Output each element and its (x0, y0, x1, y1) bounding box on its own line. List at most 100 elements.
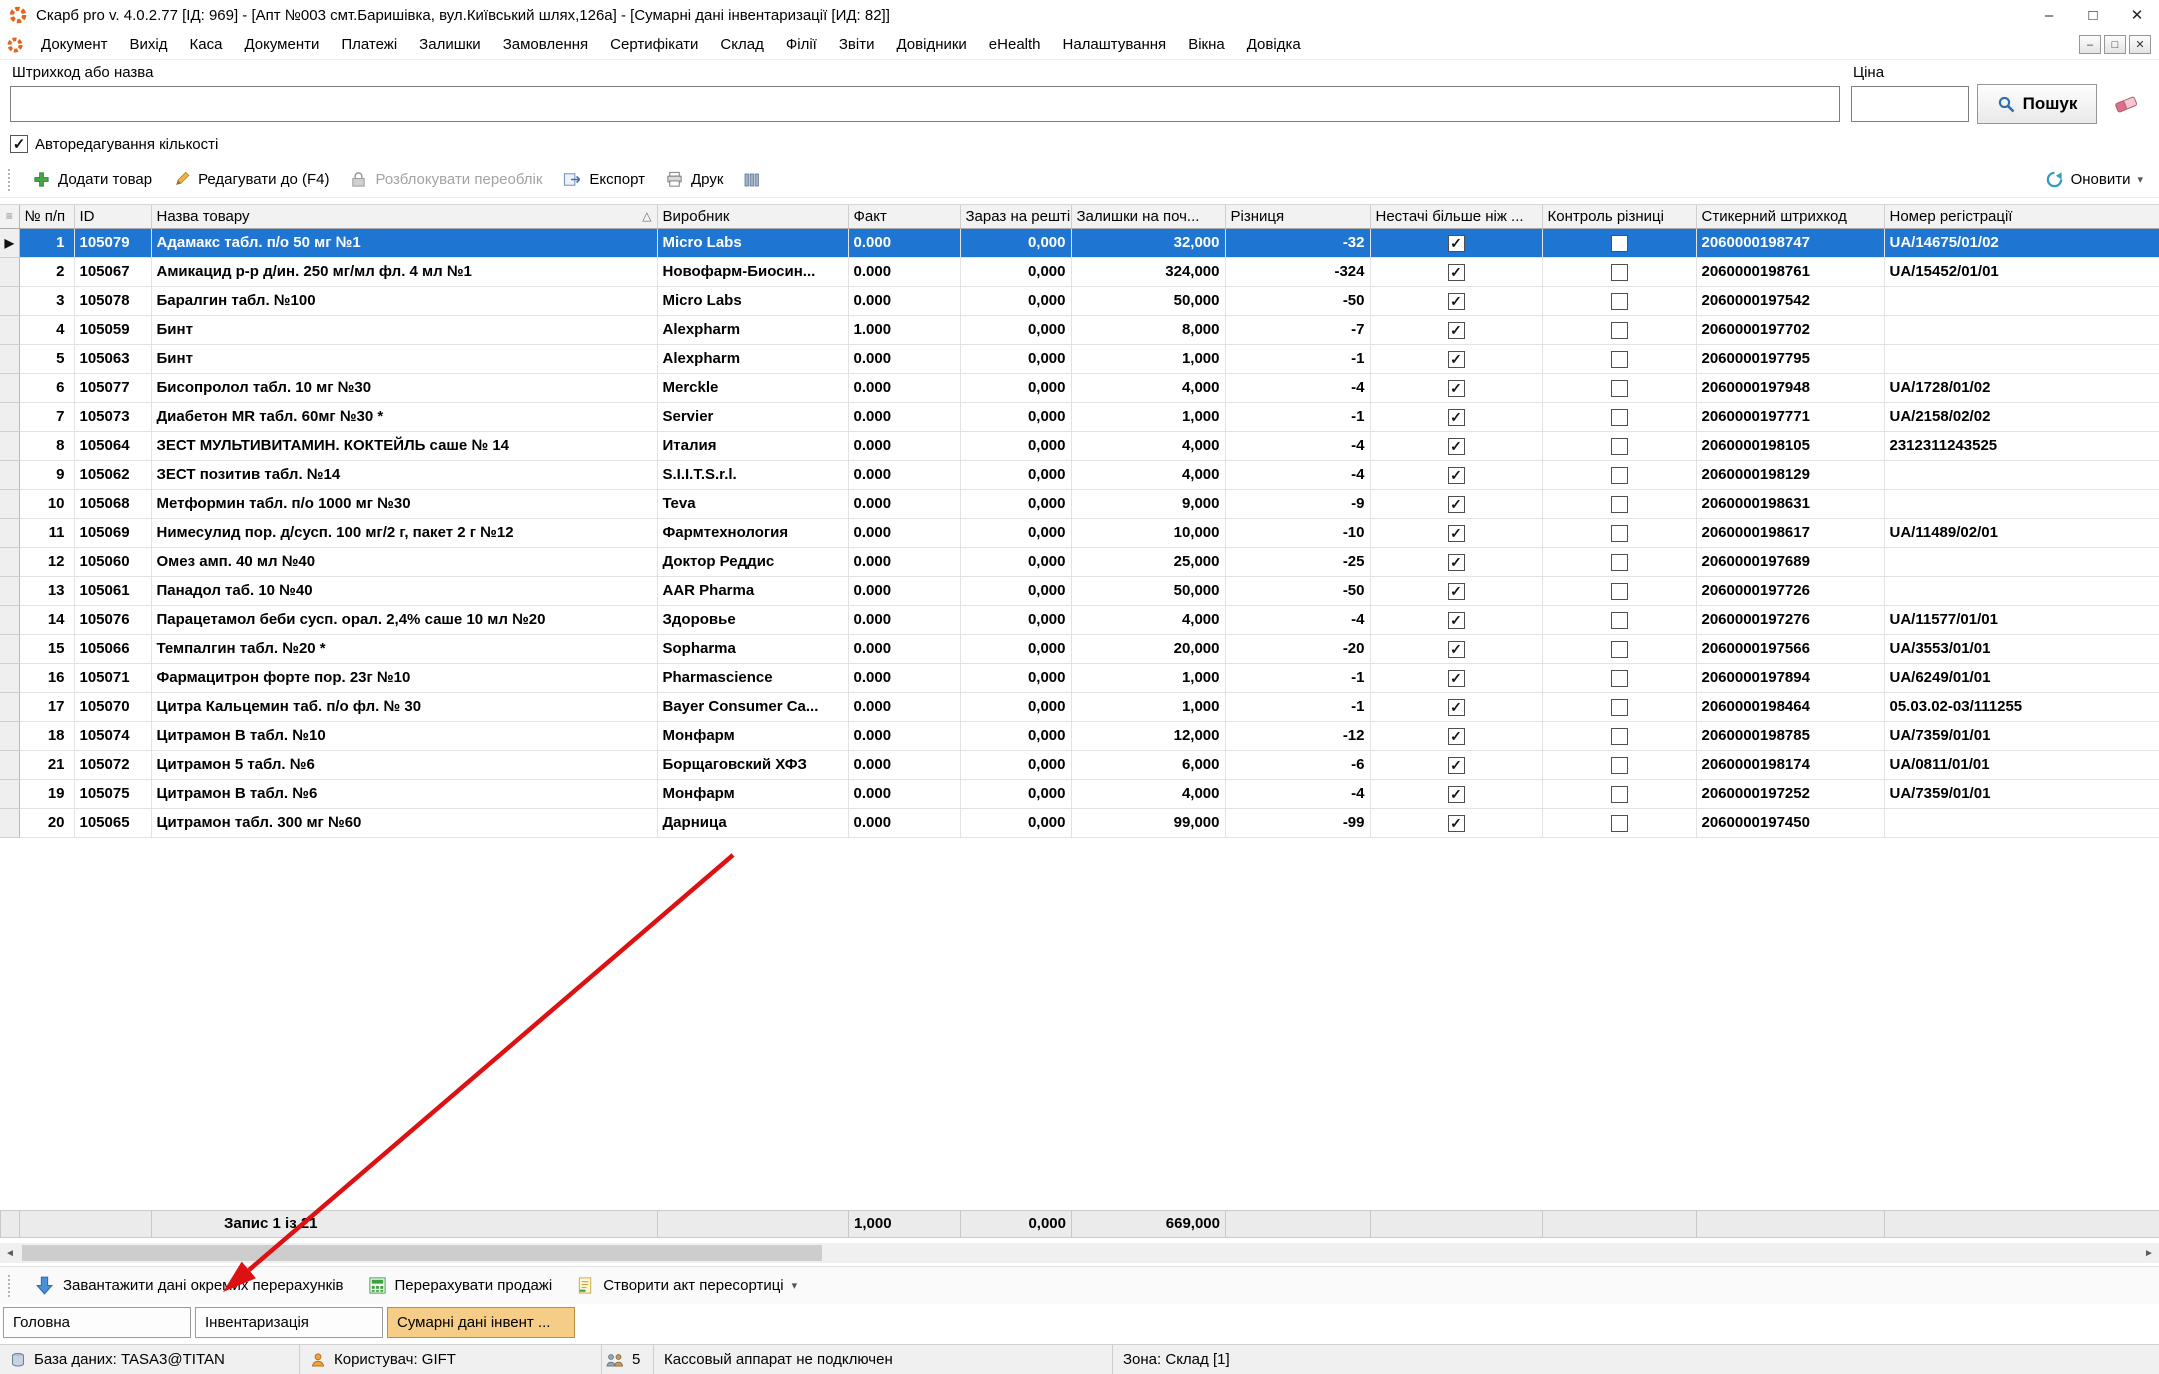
cell-name[interactable]: Цитрамон В табл. №10 (151, 722, 657, 751)
cell-now[interactable]: 0,000 (960, 403, 1071, 432)
mdi-minimize-button[interactable]: – (2079, 35, 2101, 54)
cell-diff[interactable]: -1 (1225, 345, 1370, 374)
cell-fact[interactable]: 0.000 (848, 693, 960, 722)
checkbox-checked[interactable]: ✓ (1448, 351, 1465, 368)
menu-item[interactable]: Філії (775, 36, 828, 53)
table-row[interactable]: 5105063БинтAlexpharm0.0000,0001,000-1✓20… (0, 345, 2159, 374)
cell-fact[interactable]: 0.000 (848, 780, 960, 809)
cell-maker[interactable]: Дарница (657, 809, 848, 838)
cell-control[interactable] (1542, 548, 1696, 577)
edit-button[interactable]: Редагувати до (F4) (162, 170, 339, 189)
checkbox-unchecked[interactable] (1611, 554, 1628, 571)
row-marker-cell[interactable] (0, 519, 19, 548)
col-header-maker[interactable]: Виробник (657, 205, 848, 229)
unlock-button[interactable]: Розблокувати переоблік (339, 170, 552, 189)
cell-id[interactable]: 105066 (74, 635, 151, 664)
checkbox-checked[interactable]: ✓ (1448, 699, 1465, 716)
row-marker-cell[interactable] (0, 316, 19, 345)
cell-sticker[interactable]: 2060000197450 (1696, 809, 1884, 838)
row-marker-cell[interactable] (0, 345, 19, 374)
table-row[interactable]: 13105061Панадол таб. 10 №40AAR Pharma0.0… (0, 577, 2159, 606)
cell-fact[interactable]: 1.000 (848, 316, 960, 345)
cell-rownum[interactable]: 18 (19, 722, 74, 751)
cell-id[interactable]: 105074 (74, 722, 151, 751)
cell-maker[interactable]: Micro Labs (657, 287, 848, 316)
cell-reg[interactable] (1884, 548, 2159, 577)
menu-item[interactable]: Склад (709, 36, 774, 53)
cell-shortage[interactable]: ✓ (1370, 809, 1542, 838)
table-row[interactable]: 4105059БинтAlexpharm1.0000,0008,000-7✓20… (0, 316, 2159, 345)
cell-rownum[interactable]: 8 (19, 432, 74, 461)
cell-now[interactable]: 0,000 (960, 229, 1071, 258)
cell-id[interactable]: 105062 (74, 461, 151, 490)
cell-maker[interactable]: Alexpharm (657, 345, 848, 374)
checkbox-unchecked[interactable] (1611, 467, 1628, 484)
cell-id[interactable]: 105068 (74, 490, 151, 519)
cell-reg[interactable] (1884, 316, 2159, 345)
close-button[interactable]: ✕ (2115, 0, 2159, 30)
cell-now[interactable]: 0,000 (960, 374, 1071, 403)
cell-start[interactable]: 6,000 (1071, 751, 1225, 780)
row-marker-cell[interactable] (0, 751, 19, 780)
checkbox-checked[interactable]: ✓ (1448, 728, 1465, 745)
cell-sticker[interactable]: 2060000198174 (1696, 751, 1884, 780)
cell-shortage[interactable]: ✓ (1370, 316, 1542, 345)
cell-rownum[interactable]: 20 (19, 809, 74, 838)
cell-diff[interactable]: -1 (1225, 693, 1370, 722)
checkbox-unchecked[interactable] (1611, 322, 1628, 339)
col-header-now[interactable]: Зараз на решті (960, 205, 1071, 229)
cell-name[interactable]: Омез амп. 40 мл №40 (151, 548, 657, 577)
cell-name[interactable]: Фармацитрон форте пор. 23г №10 (151, 664, 657, 693)
cell-diff[interactable]: -50 (1225, 577, 1370, 606)
cell-id[interactable]: 105078 (74, 287, 151, 316)
cell-maker[interactable]: Новофарм-Биосин... (657, 258, 848, 287)
cell-maker[interactable]: Micro Labs (657, 229, 848, 258)
cell-sticker[interactable]: 2060000198105 (1696, 432, 1884, 461)
col-header-id[interactable]: ID (74, 205, 151, 229)
checkbox-checked[interactable]: ✓ (1448, 670, 1465, 687)
cell-maker[interactable]: Sopharma (657, 635, 848, 664)
checkbox-unchecked[interactable] (1611, 264, 1628, 281)
cell-name[interactable]: Цитрамон 5 табл. №6 (151, 751, 657, 780)
cell-rownum[interactable]: 5 (19, 345, 74, 374)
cell-maker[interactable]: Здоровье (657, 606, 848, 635)
cell-shortage[interactable]: ✓ (1370, 403, 1542, 432)
cell-rownum[interactable]: 7 (19, 403, 74, 432)
checkbox-checked[interactable]: ✓ (1448, 264, 1465, 281)
cell-control[interactable] (1542, 461, 1696, 490)
cell-maker[interactable]: Монфарм (657, 722, 848, 751)
cell-diff[interactable]: -10 (1225, 519, 1370, 548)
cell-fact[interactable]: 0.000 (848, 722, 960, 751)
checkbox-unchecked[interactable] (1611, 380, 1628, 397)
cell-control[interactable] (1542, 345, 1696, 374)
cell-start[interactable]: 1,000 (1071, 664, 1225, 693)
cell-control[interactable] (1542, 751, 1696, 780)
cell-now[interactable]: 0,000 (960, 258, 1071, 287)
cell-rownum[interactable]: 14 (19, 606, 74, 635)
cell-diff[interactable]: -1 (1225, 403, 1370, 432)
col-header-num[interactable]: № п/п (19, 205, 74, 229)
cell-shortage[interactable]: ✓ (1370, 229, 1542, 258)
cell-rownum[interactable]: 12 (19, 548, 74, 577)
minimize-button[interactable]: – (2027, 0, 2071, 30)
cell-sticker[interactable]: 2060000197702 (1696, 316, 1884, 345)
menu-item[interactable]: Сертифікати (599, 36, 709, 53)
cell-id[interactable]: 105071 (74, 664, 151, 693)
search-button[interactable]: Пошук (1977, 84, 2097, 124)
create-act-dropdown-icon[interactable]: ▾ (792, 1279, 798, 1292)
cell-fact[interactable]: 0.000 (848, 461, 960, 490)
table-row[interactable]: 16105071Фармацитрон форте пор. 23г №10Ph… (0, 664, 2159, 693)
row-marker-cell[interactable] (0, 258, 19, 287)
table-row[interactable]: 15105066Темпалгин табл. №20 *Sopharma0.0… (0, 635, 2159, 664)
checkbox-unchecked[interactable] (1611, 293, 1628, 310)
checkbox-checked[interactable]: ✓ (1448, 409, 1465, 426)
checkbox-checked[interactable]: ✓ (1448, 554, 1465, 571)
cell-rownum[interactable]: 17 (19, 693, 74, 722)
cell-start[interactable]: 32,000 (1071, 229, 1225, 258)
cell-control[interactable] (1542, 664, 1696, 693)
checkbox-unchecked[interactable] (1611, 409, 1628, 426)
checkbox-checked[interactable]: ✓ (1448, 525, 1465, 542)
cell-fact[interactable]: 0.000 (848, 229, 960, 258)
menu-item[interactable]: Платежі (330, 36, 408, 53)
cell-control[interactable] (1542, 635, 1696, 664)
